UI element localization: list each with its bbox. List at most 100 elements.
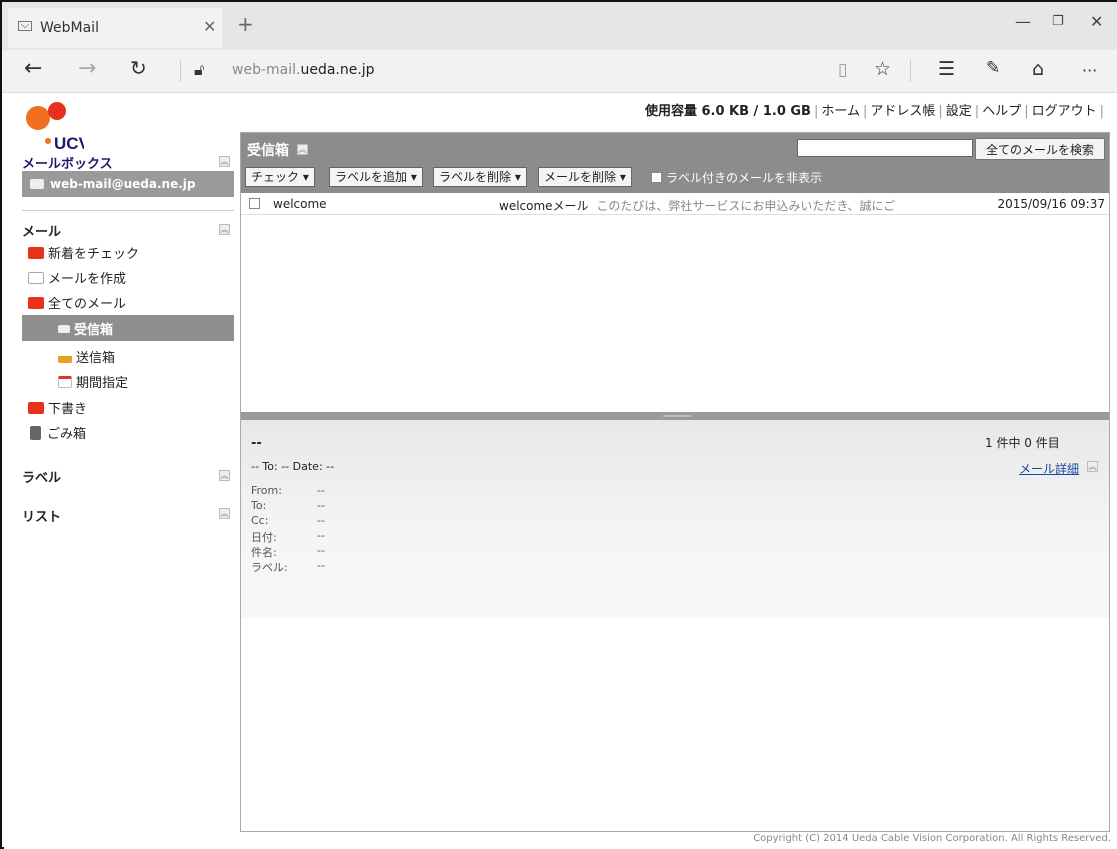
drafts-item[interactable]: 下書き: [28, 398, 87, 417]
search-input[interactable]: [797, 139, 973, 157]
mail-header: 受信箱 ︽ 全てのメールを検索 チェック ▾ ラベルを追加 ▾ ラベルを削除 ▾…: [241, 133, 1109, 193]
preview-count: 1 件中 0 件目: [985, 436, 1060, 450]
message-subject-line: welcomeメール このたびは、弊社サービスにお申込みいただき、誠にご: [499, 197, 919, 214]
close-tab-icon[interactable]: ✕: [203, 17, 216, 36]
collapse-labels-icon[interactable]: ︽: [219, 470, 230, 481]
inbox-label: 受信箱: [74, 323, 114, 338]
field-label-date: 日付:: [251, 531, 277, 544]
home-link[interactable]: ホーム: [821, 104, 860, 119]
message-checkbox[interactable]: [249, 198, 260, 209]
mail-panel: 受信箱 ︽ 全てのメールを検索 チェック ▾ ラベルを追加 ▾ ラベルを削除 ▾…: [240, 132, 1110, 832]
more-icon[interactable]: ···: [1082, 61, 1097, 80]
mail-detail-link[interactable]: メール詳細: [1019, 460, 1079, 477]
drafts-label: 下書き: [48, 402, 88, 417]
field-value-cc: --: [317, 514, 325, 527]
check-new-item[interactable]: 新着をチェック: [28, 243, 139, 262]
back-arrow-icon[interactable]: ←: [24, 56, 42, 81]
hide-labeled-checkbox[interactable]: [651, 172, 662, 183]
url-field[interactable]: web-mail.ueda.ne.jp: [232, 62, 375, 78]
account-item[interactable]: web-mail@ueda.ne.jp: [22, 171, 234, 197]
tab-webmail[interactable]: WebMail ✕: [8, 8, 222, 48]
url-prefix: web-mail.: [232, 62, 301, 78]
restore-icon[interactable]: ❐: [1052, 14, 1064, 29]
tab-title: WebMail: [40, 20, 99, 36]
remove-label-dropdown[interactable]: ラベルを削除 ▾: [433, 167, 527, 187]
field-label-subject: 件名:: [251, 546, 277, 559]
compose-label: メールを作成: [48, 272, 127, 287]
pane-resize-handle[interactable]: [241, 412, 1109, 420]
list-heading: リスト: [22, 510, 62, 525]
hub-icon[interactable]: ☰: [938, 58, 955, 80]
all-mail-item[interactable]: 全てのメール: [28, 293, 126, 312]
check-new-label: 新着をチェック: [48, 247, 140, 262]
tab-bar: WebMail ✕ + — ❐ ✕: [2, 2, 1117, 50]
logout-link[interactable]: ログアウト: [1032, 104, 1097, 119]
envelope-icon: [30, 179, 44, 189]
all-mail-icon: [28, 296, 44, 309]
message-subject: welcomeメール: [499, 199, 589, 213]
web-note-icon[interactable]: ✎: [986, 58, 1000, 78]
storage-usage: 使用容量 6.0 KB / 1.0 GB: [644, 104, 811, 119]
share-icon[interactable]: ⌂: [1032, 58, 1044, 80]
compose-item[interactable]: メールを作成: [28, 268, 126, 287]
separator: [910, 60, 911, 82]
check-mail-icon: [28, 246, 44, 259]
message-row[interactable]: welcome welcomeメール このたびは、弊社サービスにお申込みいただき…: [241, 194, 1109, 215]
url-domain: ueda.ne.jp: [300, 62, 375, 78]
collapse-list-icon[interactable]: ︽: [219, 508, 230, 519]
copyright-text: Copyright (C) 2014 Ueda Cable Vision Cor…: [753, 833, 1111, 844]
preview-pane: -- 1 件中 0 件目 -- To: -- Date: -- メール詳細 ︽ …: [241, 420, 1109, 618]
hide-labeled-label: ラベル付きのメールを非表示: [666, 171, 823, 185]
field-value-labels: --: [317, 559, 325, 572]
address-bar: ← → ↻ 🔓︎ web-mail.ueda.ne.jp ▯ ☆ ☰ ✎ ⌂ ·…: [2, 50, 1117, 93]
window-close-icon[interactable]: ✕: [1090, 12, 1103, 31]
collapse-inbox-icon[interactable]: ︽: [297, 144, 308, 155]
separator: [180, 60, 181, 82]
sidebar-item-period[interactable]: 期間指定: [58, 372, 128, 391]
field-label-cc: Cc:: [251, 514, 269, 527]
collapse-detail-icon[interactable]: ︽: [1087, 461, 1098, 472]
mail-icon: [18, 21, 32, 31]
compose-icon: [28, 271, 44, 284]
sidebar-item-inbox[interactable]: 受信箱: [58, 319, 113, 338]
preview-title: --: [251, 436, 262, 451]
mailbox-heading: メールボックス: [22, 157, 113, 172]
webmail-page: UCV 使用容量 6.0 KB / 1.0 GB|ホーム|アドレス帳|設定|ヘル…: [4, 93, 1117, 849]
reading-view-icon[interactable]: ▯: [838, 60, 847, 80]
collapse-mail-icon[interactable]: ︽: [219, 224, 230, 235]
sent-icon: [58, 350, 72, 363]
labels-heading: ラベル: [22, 471, 62, 486]
trash-label: ごみ箱: [47, 427, 87, 442]
favorite-star-icon[interactable]: ☆: [874, 58, 891, 80]
collapse-mailbox-icon[interactable]: ︽: [219, 156, 230, 167]
trash-item[interactable]: ごみ箱: [28, 423, 86, 442]
field-label-labels: ラベル:: [251, 561, 288, 574]
new-tab-button[interactable]: +: [237, 12, 254, 36]
check-dropdown[interactable]: チェック ▾: [245, 167, 315, 187]
help-link[interactable]: ヘルプ: [982, 104, 1021, 119]
refresh-icon[interactable]: ↻: [130, 56, 147, 80]
search-all-button[interactable]: 全てのメールを検索: [975, 138, 1105, 160]
message-from: welcome: [273, 197, 327, 211]
lock-icon: 🔓︎: [194, 60, 205, 79]
add-label-dropdown[interactable]: ラベルを追加 ▾: [329, 167, 423, 187]
logo-text: UCV: [54, 134, 84, 153]
ucv-logo[interactable]: UCV: [24, 98, 91, 153]
minimize-icon[interactable]: —: [1015, 12, 1031, 31]
all-mail-label: 全てのメール: [48, 297, 127, 312]
field-value-subject: --: [317, 544, 325, 557]
address-book-link[interactable]: アドレス帳: [870, 104, 935, 119]
period-label: 期間指定: [76, 376, 129, 391]
settings-link[interactable]: 設定: [946, 104, 972, 119]
account-email: web-mail@ueda.ne.jp: [50, 177, 196, 191]
field-label-from: From:: [251, 484, 282, 497]
delete-mail-dropdown[interactable]: メールを削除 ▾: [538, 167, 632, 187]
trash-icon: [30, 425, 41, 440]
drafts-icon: [28, 401, 44, 414]
forward-arrow-icon[interactable]: →: [78, 56, 96, 81]
sidebar-item-sent[interactable]: 送信箱: [58, 347, 115, 366]
hide-labeled-toggle[interactable]: ラベル付きのメールを非表示: [651, 169, 822, 186]
browser-window: WebMail ✕ + — ❐ ✕ ← → ↻ 🔓︎ web-mail.ueda…: [0, 0, 1117, 849]
preview-summary: -- To: -- Date: --: [251, 460, 335, 473]
field-label-to: To:: [251, 499, 267, 512]
